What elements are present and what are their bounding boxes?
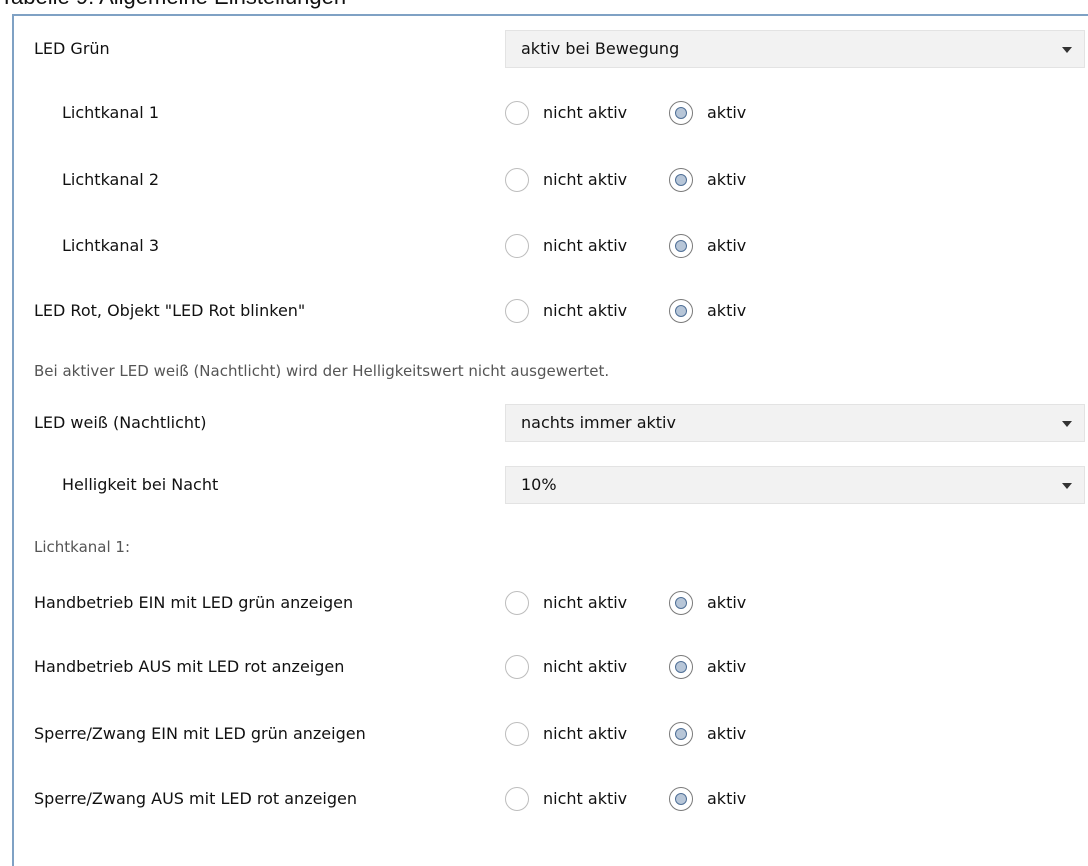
row-sperre-aus: Sperre/Zwang AUS mit LED rot anzeigen ni… (14, 778, 1088, 820)
hand-aus-label: Handbetrieb AUS mit LED rot anzeigen (34, 657, 345, 676)
helligkeit-select[interactable]: 10% (505, 466, 1085, 504)
row-info: Bei aktiver LED weiß (Nachtlicht) wird d… (14, 350, 1088, 392)
radio-checked-icon[interactable] (669, 101, 693, 125)
row-sperre-ein: Sperre/Zwang EIN mit LED grün anzeigen n… (14, 713, 1088, 755)
option-label-not-active: nicht aktiv (543, 301, 628, 320)
radio-checked-icon[interactable] (669, 299, 693, 323)
radio-checked-icon[interactable] (669, 234, 693, 258)
radio-checked-icon[interactable] (669, 591, 693, 615)
chevron-down-icon (1062, 47, 1072, 53)
lichtkanal-1-label: Lichtkanal 1 (62, 103, 160, 122)
radio-unchecked-icon[interactable] (505, 299, 529, 323)
settings-panel: LED Grün aktiv bei Bewegung Lichtkanal 1… (12, 14, 1088, 866)
radio-unchecked-icon[interactable] (505, 722, 529, 746)
led-weiss-label: LED weiß (Nachtlicht) (34, 413, 207, 432)
option-label-active: aktiv (707, 724, 747, 743)
row-helligkeit: Helligkeit bei Nacht 10% (14, 464, 1088, 506)
option-label-active: aktiv (707, 170, 747, 189)
option-label-not-active: nicht aktiv (543, 170, 628, 189)
radio-checked-icon[interactable] (669, 722, 693, 746)
radio-unchecked-icon[interactable] (505, 787, 529, 811)
lichtkanal-3-label: Lichtkanal 3 (62, 236, 160, 255)
radio-unchecked-icon[interactable] (505, 101, 529, 125)
option-label-active: aktiv (707, 236, 747, 255)
option-label-active: aktiv (707, 789, 747, 808)
option-label-not-active: nicht aktiv (543, 593, 628, 612)
led-gruen-select-value: aktiv bei Bewegung (521, 39, 680, 58)
radio-unchecked-icon[interactable] (505, 234, 529, 258)
helligkeit-select-value: 10% (521, 475, 557, 494)
option-label-active: aktiv (707, 103, 747, 122)
led-gruen-label: LED Grün (34, 39, 110, 58)
led-weiss-select[interactable]: nachts immer aktiv (505, 404, 1085, 442)
led-rot-label: LED Rot, Objekt "LED Rot blinken" (34, 301, 306, 320)
row-hand-aus: Handbetrieb AUS mit LED rot anzeigen nic… (14, 646, 1088, 688)
radio-checked-icon[interactable] (669, 168, 693, 192)
row-section-label: Lichtkanal 1: (14, 526, 1088, 568)
option-label-active: aktiv (707, 657, 747, 676)
row-lichtkanal-1: Lichtkanal 1 nicht aktiv aktiv (14, 92, 1088, 134)
chevron-down-icon (1062, 421, 1072, 427)
option-label-not-active: nicht aktiv (543, 789, 628, 808)
row-hand-ein: Handbetrieb EIN mit LED grün anzeigen ni… (14, 582, 1088, 624)
chevron-down-icon (1062, 483, 1072, 489)
table-caption: Tabelle 9: Allgemeine Einstellungen (0, 0, 346, 11)
option-label-not-active: nicht aktiv (543, 103, 628, 122)
radio-checked-icon[interactable] (669, 655, 693, 679)
option-label-not-active: nicht aktiv (543, 657, 628, 676)
sperre-aus-label: Sperre/Zwang AUS mit LED rot anzeigen (34, 789, 358, 808)
option-label-active: aktiv (707, 301, 747, 320)
row-led-gruen: LED Grün aktiv bei Bewegung (14, 28, 1088, 70)
lichtkanal-2-label: Lichtkanal 2 (62, 170, 160, 189)
hand-ein-label: Handbetrieb EIN mit LED grün anzeigen (34, 593, 354, 612)
section-label: Lichtkanal 1: (34, 538, 131, 556)
row-lichtkanal-2: Lichtkanal 2 nicht aktiv aktiv (14, 159, 1088, 201)
radio-checked-icon[interactable] (669, 787, 693, 811)
sperre-ein-label: Sperre/Zwang EIN mit LED grün anzeigen (34, 724, 366, 743)
radio-unchecked-icon[interactable] (505, 591, 529, 615)
row-lichtkanal-3: Lichtkanal 3 nicht aktiv aktiv (14, 225, 1088, 267)
row-led-rot: LED Rot, Objekt "LED Rot blinken" nicht … (14, 290, 1088, 332)
led-gruen-select[interactable]: aktiv bei Bewegung (505, 30, 1085, 68)
radio-unchecked-icon[interactable] (505, 655, 529, 679)
option-label-not-active: nicht aktiv (543, 724, 628, 743)
option-label-active: aktiv (707, 593, 747, 612)
helligkeit-label: Helligkeit bei Nacht (62, 475, 219, 494)
option-label-not-active: nicht aktiv (543, 236, 628, 255)
led-weiss-select-value: nachts immer aktiv (521, 413, 676, 432)
radio-unchecked-icon[interactable] (505, 168, 529, 192)
row-led-weiss: LED weiß (Nachtlicht) nachts immer aktiv (14, 402, 1088, 444)
info-text: Bei aktiver LED weiß (Nachtlicht) wird d… (34, 362, 610, 380)
